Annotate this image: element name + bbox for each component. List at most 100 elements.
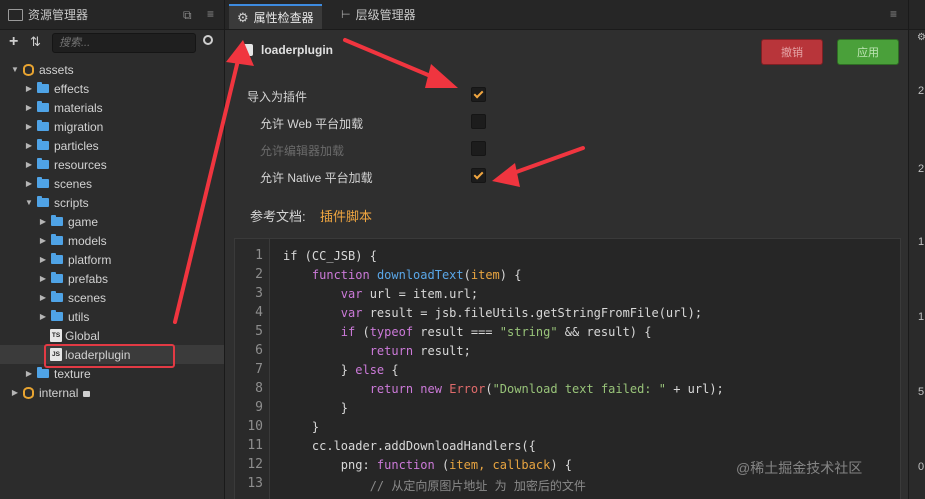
code-token: var [340,287,363,301]
revert-button[interactable]: 撤销 [761,39,823,65]
right-panel-edge: ⚙ 2 2 1, 1, 5 0 [908,0,925,499]
code-token: Error [449,382,486,396]
caret-right-icon[interactable]: ▶ [24,369,34,378]
tree-item[interactable]: ▼ scripts [0,193,224,212]
code-line: if (CC_JSB) { [283,249,377,263]
code-token: item, callback [449,458,551,472]
tree-item[interactable]: ▶ platform [0,250,224,269]
caret-down-icon[interactable]: ▼ [24,198,34,207]
tree-item[interactable]: TS Global [0,326,224,345]
line-number: 12 [247,457,263,472]
code-line: if (typeof result === "string" && result… [283,325,652,339]
tree-item-label: texture [54,366,91,381]
setting-label: 允许 Web 平台加载 [260,117,364,131]
line-number: 1 [255,248,263,263]
menu-icon[interactable]: ≡ [890,7,897,21]
asset-name: loaderplugin [261,43,333,57]
code-token: new [420,382,442,396]
setting-checkbox[interactable] [471,87,486,102]
right-panel-value: 1, [918,311,925,323]
setting-label: 允许编辑器加载 [260,144,345,158]
caret-right-icon[interactable]: ▶ [24,179,34,188]
inspector-tabbar: ⚙ 属性检查器 ⊢ 层级管理器 ≡ [225,0,908,30]
hierarchy-icon: ⊢ [341,9,351,21]
folder-icon [51,253,63,264]
setting-checkbox[interactable] [471,114,486,129]
code-line: cc.loader.addDownloadHandlers({ [283,439,536,453]
apply-button[interactable]: 应用 [837,39,899,65]
code-token: if (CC_JSB) { [283,249,377,263]
caret-right-icon[interactable]: ▶ [24,122,34,131]
caret-right-icon[interactable]: ▶ [38,293,48,302]
tree-item[interactable]: ▶ internal [0,383,224,402]
line-number: 3 [255,286,263,301]
line-number: 5 [255,324,263,339]
line-number: 7 [255,362,263,377]
tree-item[interactable]: ▶ models [0,231,224,250]
caret-right-icon[interactable]: ▶ [24,84,34,93]
caret-right-icon[interactable]: ▶ [38,255,48,264]
folder-icon [51,291,63,302]
sort-icon[interactable]: ⇅ [30,34,41,50]
tree-item[interactable]: ▶ utils [0,307,224,326]
caret-right-icon[interactable]: ▶ [24,160,34,169]
folder-icon [51,215,63,226]
caret-right-icon[interactable]: ▶ [38,217,48,226]
folder-icon [51,310,63,321]
code-token: png: [283,458,377,472]
tree-item-label: assets [39,62,74,77]
gear-icon: ⚙ [917,32,925,43]
tree-item[interactable]: ▶ prefabs [0,269,224,288]
add-icon[interactable]: + [9,33,18,51]
folder-icon [37,101,49,112]
tree-item[interactable]: ▶ scenes [0,288,224,307]
tree-item-label: internal [39,385,79,400]
database-icon [23,386,34,399]
caret-right-icon[interactable]: ▶ [38,236,48,245]
caret-right-icon[interactable]: ▶ [10,388,20,397]
caret-right-icon[interactable]: ▶ [24,103,34,112]
tree-item[interactable]: ▶ particles [0,136,224,155]
tree-item[interactable]: ▶ migration [0,117,224,136]
tree-item[interactable]: ▶ resources [0,155,224,174]
maximize-icon[interactable]: ⧉ [183,8,192,23]
search-icon[interactable] [203,35,213,45]
code-token: } [283,420,320,434]
tab-hierarchy[interactable]: ⊢ 层级管理器 [333,0,424,29]
caret-right-icon[interactable]: ▶ [24,141,34,150]
right-panel-value: 1, [918,236,925,248]
code-token: return [369,382,414,396]
tree-item[interactable]: ▼ assets [0,60,224,79]
tab-asset-manager[interactable]: 资源管理器 [0,0,96,29]
line-number: 13 [247,476,263,491]
menu-icon[interactable]: ≡ [207,7,214,21]
caret-down-icon[interactable]: ▼ [10,65,20,74]
code-token: var [340,306,363,320]
code-token: } [283,401,349,415]
tree-item-label: prefabs [68,271,109,286]
tree-item[interactable]: ▶ scenes [0,174,224,193]
caret-right-icon[interactable]: ▶ [38,312,48,321]
line-number: 10 [247,419,263,434]
setting-checkbox[interactable] [471,168,486,183]
tree-item-label: particles [54,138,99,153]
right-panel-value: 0 [918,461,925,473]
caret-right-icon[interactable]: ▶ [38,274,48,283]
tree-item[interactable]: ▶ game [0,212,224,231]
line-number: 8 [255,381,263,396]
code-line: function downloadText(item) { [283,268,522,282]
code-token: "Download text failed: " [492,382,666,396]
doc-link[interactable]: 插件脚本 [320,206,372,225]
code-token: && result) { [557,325,652,339]
code-token: result; [413,344,471,358]
tree-item[interactable]: ▶ effects [0,79,224,98]
tab-inspector[interactable]: ⚙ 属性检查器 [229,4,322,29]
line-number: 6 [255,343,263,358]
code-token: return [369,344,414,358]
folder-icon [37,120,49,131]
tree-item-label: materials [54,100,103,115]
tree-item[interactable]: ▶ materials [0,98,224,117]
search-input[interactable] [52,33,196,53]
